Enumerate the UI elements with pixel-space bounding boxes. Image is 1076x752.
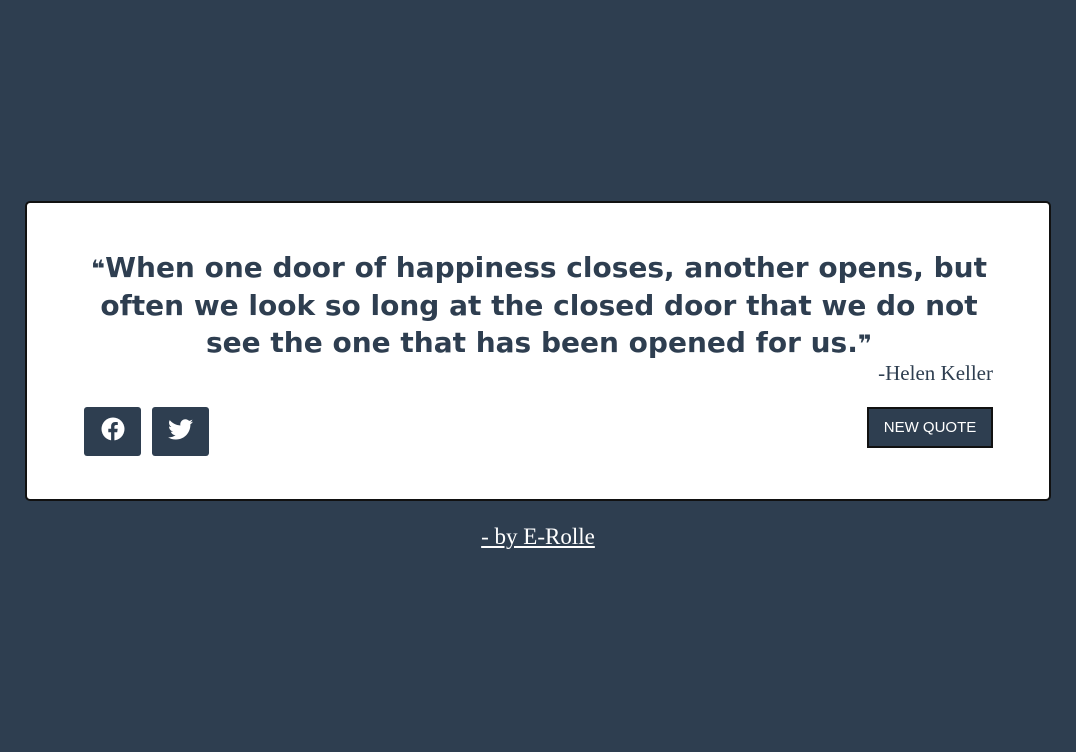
twitter-icon <box>168 418 193 445</box>
facebook-share-button[interactable] <box>84 407 141 456</box>
social-share-group <box>84 407 209 456</box>
twitter-share-button[interactable] <box>152 407 209 456</box>
footer-credit: - by E-Rolle <box>0 524 1076 550</box>
new-quote-button[interactable]: NEW QUOTE <box>867 407 993 448</box>
facebook-icon <box>101 417 125 446</box>
open-quote-icon: ❝ <box>91 255 106 283</box>
quote-box: ❝When one door of happiness closes, anot… <box>25 201 1051 501</box>
quote-text: When one door of happiness closes, anoth… <box>100 251 987 359</box>
page: ❝When one door of happiness closes, anot… <box>0 0 1076 752</box>
quote-text-block: ❝When one door of happiness closes, anot… <box>87 249 991 362</box>
close-quote-icon: ❞ <box>857 330 872 358</box>
quote-author: -Helen Keller <box>878 361 993 385</box>
author-credit-link[interactable]: - by E-Rolle <box>481 524 595 549</box>
